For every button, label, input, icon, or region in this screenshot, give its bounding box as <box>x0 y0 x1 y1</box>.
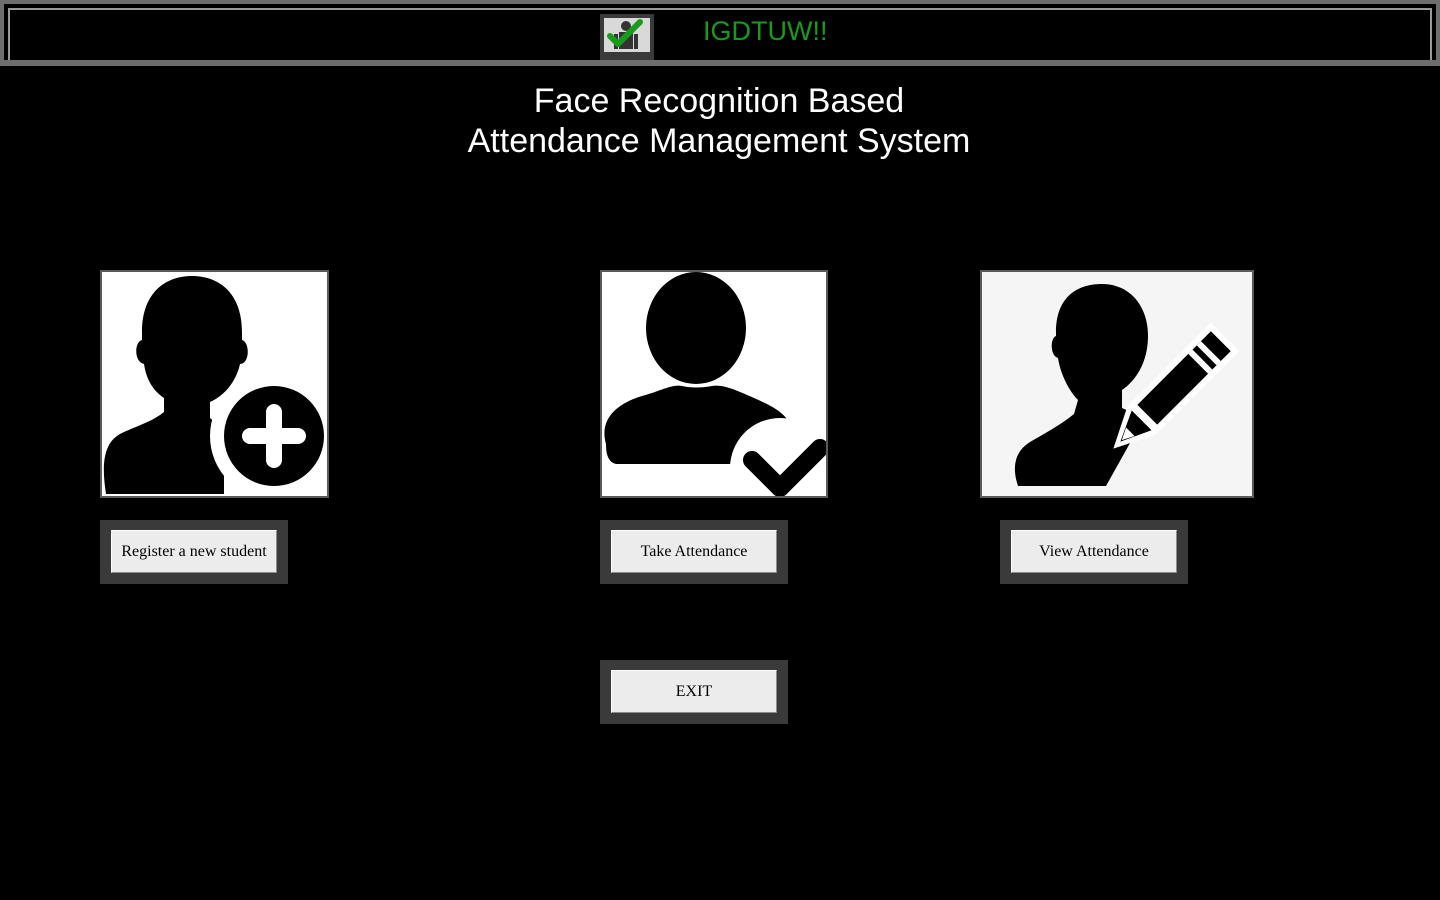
take-attendance-image <box>600 270 828 498</box>
view-attendance-image <box>980 270 1254 498</box>
exit-button-frame: EXIT <box>600 660 788 724</box>
add-user-icon <box>102 272 327 496</box>
page-title-line-1: Face Recognition Based <box>533 82 905 120</box>
view-attendance-button[interactable]: View Attendance <box>1011 530 1177 573</box>
register-button-frame: Register a new student <box>100 520 288 584</box>
attendance-check-icon <box>600 14 654 60</box>
register-student-button[interactable]: Register a new student <box>111 530 277 573</box>
register-student-image <box>100 270 329 498</box>
app-title: IGDTUW!! <box>703 16 828 46</box>
user-check-icon <box>602 272 826 496</box>
exit-button[interactable]: EXIT <box>611 670 777 713</box>
take-attendance-button[interactable]: Take Attendance <box>611 530 777 573</box>
view-attendance-button-frame: View Attendance <box>1000 520 1188 584</box>
app-window: IGDTUW!! Face Recognition Based Attendan… <box>0 0 1440 900</box>
take-attendance-button-frame: Take Attendance <box>600 520 788 584</box>
user-edit-icon <box>982 272 1252 496</box>
page-title-line-2: Attendance Management System <box>467 122 971 160</box>
